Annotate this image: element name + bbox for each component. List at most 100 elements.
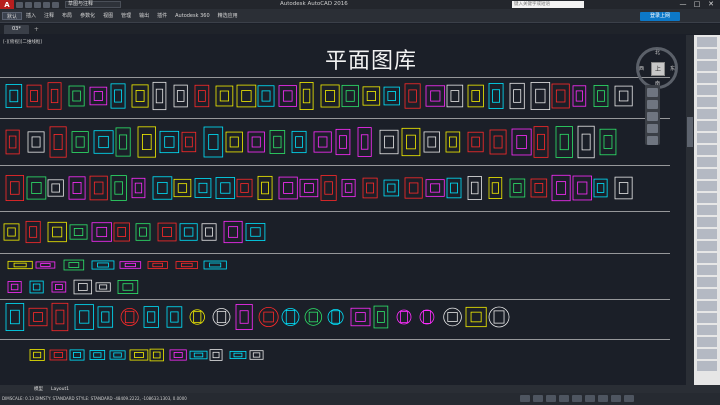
palette-item[interactable] — [697, 181, 717, 191]
cad-block[interactable] — [71, 131, 89, 153]
tab-default[interactable]: 默认 — [2, 11, 23, 20]
grid-toggle-icon[interactable] — [520, 395, 530, 402]
cad-block[interactable] — [320, 175, 337, 201]
minimize-button[interactable]: — — [676, 0, 690, 9]
cad-block[interactable] — [379, 129, 399, 155]
palette-item[interactable] — [697, 301, 717, 311]
redo-icon[interactable] — [52, 1, 59, 8]
cad-block[interactable] — [25, 220, 41, 244]
cad-block[interactable] — [209, 349, 223, 361]
tab-view[interactable]: 视图 — [99, 12, 117, 20]
cad-block[interactable] — [181, 131, 197, 153]
cad-block[interactable] — [131, 84, 149, 108]
cad-block[interactable] — [446, 177, 462, 199]
cad-block[interactable] — [383, 86, 400, 106]
palette-item[interactable] — [697, 205, 717, 215]
orbit-icon[interactable] — [647, 124, 658, 133]
cad-block[interactable] — [235, 304, 253, 330]
palette-item[interactable] — [697, 277, 717, 287]
cad-block[interactable] — [26, 176, 47, 200]
palette-item[interactable] — [697, 241, 717, 251]
palette-item[interactable] — [697, 121, 717, 131]
cad-block[interactable] — [291, 130, 307, 154]
cad-block[interactable] — [68, 85, 85, 107]
cad-block[interactable] — [555, 126, 573, 158]
cad-block[interactable] — [223, 220, 243, 244]
cad-block[interactable] — [91, 260, 115, 270]
cad-block[interactable] — [383, 179, 400, 197]
cad-block[interactable] — [212, 308, 231, 326]
cad-block[interactable] — [68, 176, 86, 200]
cad-block[interactable] — [194, 84, 210, 108]
cad-block[interactable] — [593, 84, 609, 108]
tab-parametric[interactable]: 参数化 — [76, 12, 99, 20]
cad-block[interactable] — [135, 223, 151, 241]
cad-block[interactable] — [69, 224, 88, 240]
cad-block[interactable] — [465, 306, 487, 328]
cad-block[interactable] — [159, 130, 180, 154]
cad-block[interactable] — [74, 304, 94, 330]
cad-block[interactable] — [120, 307, 139, 327]
cad-block[interactable] — [236, 178, 253, 198]
cad-block[interactable] — [73, 279, 93, 295]
cad-block[interactable] — [229, 350, 247, 360]
search-input[interactable]: 键入关键字或短语 — [512, 1, 584, 8]
cad-block[interactable] — [215, 177, 236, 199]
annotation-scale-icon[interactable] — [598, 395, 608, 402]
cad-block[interactable] — [5, 129, 20, 155]
cad-block[interactable] — [269, 130, 286, 154]
cad-block[interactable] — [47, 82, 62, 110]
tab-model[interactable]: 模型 — [30, 386, 47, 392]
palette-item[interactable] — [697, 73, 717, 83]
cad-block[interactable] — [350, 307, 371, 327]
cad-block[interactable] — [51, 302, 69, 332]
cad-block[interactable] — [278, 176, 298, 200]
viewcube-icon[interactable]: 上 北 南 东 西 — [636, 47, 678, 89]
palette-item[interactable] — [697, 37, 717, 47]
cad-block[interactable] — [5, 84, 23, 108]
cad-block[interactable] — [49, 126, 67, 158]
cad-block[interactable] — [115, 127, 131, 157]
palette-item[interactable] — [697, 361, 717, 371]
tab-layout1[interactable]: Layout1 — [47, 387, 73, 392]
tab-layout[interactable]: 布局 — [58, 12, 76, 20]
cad-block[interactable] — [7, 260, 33, 270]
palette-item[interactable] — [697, 61, 717, 71]
maximize-button[interactable]: □ — [690, 0, 704, 9]
cad-block[interactable] — [467, 84, 484, 108]
palette-item[interactable] — [697, 229, 717, 239]
palette-item[interactable] — [697, 85, 717, 95]
vertical-scrollbar[interactable] — [686, 35, 694, 385]
cad-block[interactable] — [258, 307, 279, 327]
zoom-icon[interactable] — [647, 112, 658, 121]
cad-block[interactable] — [29, 349, 45, 361]
cad-block[interactable] — [89, 86, 108, 106]
cad-block[interactable] — [28, 307, 48, 327]
cad-block[interactable] — [27, 131, 45, 153]
compass-north[interactable]: 北 — [655, 49, 660, 56]
cad-block[interactable] — [373, 305, 389, 329]
cad-block[interactable] — [143, 306, 159, 328]
cad-block[interactable] — [47, 179, 64, 197]
new-file-icon[interactable] — [16, 1, 23, 8]
cad-block[interactable] — [281, 308, 300, 326]
cad-block[interactable] — [614, 85, 633, 107]
cad-block[interactable] — [320, 84, 340, 108]
cad-block[interactable] — [257, 85, 275, 107]
osnap-toggle-icon[interactable] — [572, 395, 582, 402]
cad-block[interactable] — [91, 222, 112, 242]
cad-block[interactable] — [215, 85, 234, 107]
tab-manage[interactable]: 管理 — [117, 12, 135, 20]
cad-block[interactable] — [533, 126, 549, 158]
lineweight-toggle-icon[interactable] — [585, 395, 595, 402]
drawing-canvas[interactable]: [-][俯视][二维线框] 平面图库 上 北 南 东 西 — [0, 35, 686, 385]
palette-item[interactable] — [697, 169, 717, 179]
cad-block[interactable] — [614, 176, 633, 200]
cad-block[interactable] — [119, 261, 142, 269]
cad-block[interactable] — [147, 261, 168, 269]
cad-block[interactable] — [137, 126, 156, 158]
cad-block[interactable] — [203, 126, 224, 158]
workspace-select[interactable]: 草图与注释 — [65, 1, 121, 8]
cad-block[interactable] — [26, 84, 42, 108]
polar-toggle-icon[interactable] — [559, 395, 569, 402]
